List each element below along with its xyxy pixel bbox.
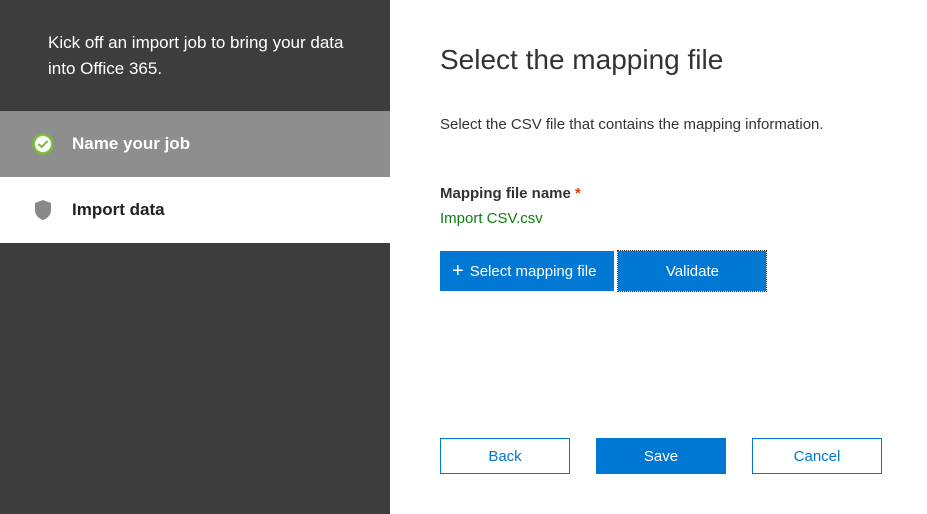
field-label-text: Mapping file name — [440, 185, 571, 202]
file-action-buttons: + Select mapping file Validate — [440, 251, 877, 291]
check-circle-icon — [32, 133, 54, 155]
wizard-step-import-data[interactable]: Import data — [0, 177, 390, 243]
select-mapping-file-button[interactable]: + Select mapping file — [440, 251, 614, 291]
plus-icon: + — [452, 261, 464, 281]
back-button[interactable]: Back — [440, 438, 570, 474]
wizard-step-label: Import data — [72, 200, 165, 220]
sidebar-header: Kick off an import job to bring your dat… — [0, 0, 390, 111]
wizard-step-name-job[interactable]: Name your job — [0, 111, 390, 177]
main-content: Select the mapping file Select the CSV f… — [390, 0, 927, 514]
wizard-step-label: Name your job — [72, 134, 190, 154]
wizard-container: Kick off an import job to bring your dat… — [0, 0, 927, 514]
footer-buttons: Back Save Cancel — [440, 438, 882, 474]
wizard-sidebar: Kick off an import job to bring your dat… — [0, 0, 390, 514]
select-file-label: Select mapping file — [470, 263, 597, 280]
cancel-button[interactable]: Cancel — [752, 438, 882, 474]
page-title: Select the mapping file — [440, 44, 877, 76]
required-indicator: * — [575, 185, 581, 202]
validate-button[interactable]: Validate — [618, 251, 766, 291]
mapping-file-label: Mapping file name * — [440, 185, 877, 202]
save-button[interactable]: Save — [596, 438, 726, 474]
selected-file-name: Import CSV.csv — [440, 210, 877, 227]
page-description: Select the CSV file that contains the ma… — [440, 116, 877, 133]
current-step-icon — [32, 199, 54, 221]
